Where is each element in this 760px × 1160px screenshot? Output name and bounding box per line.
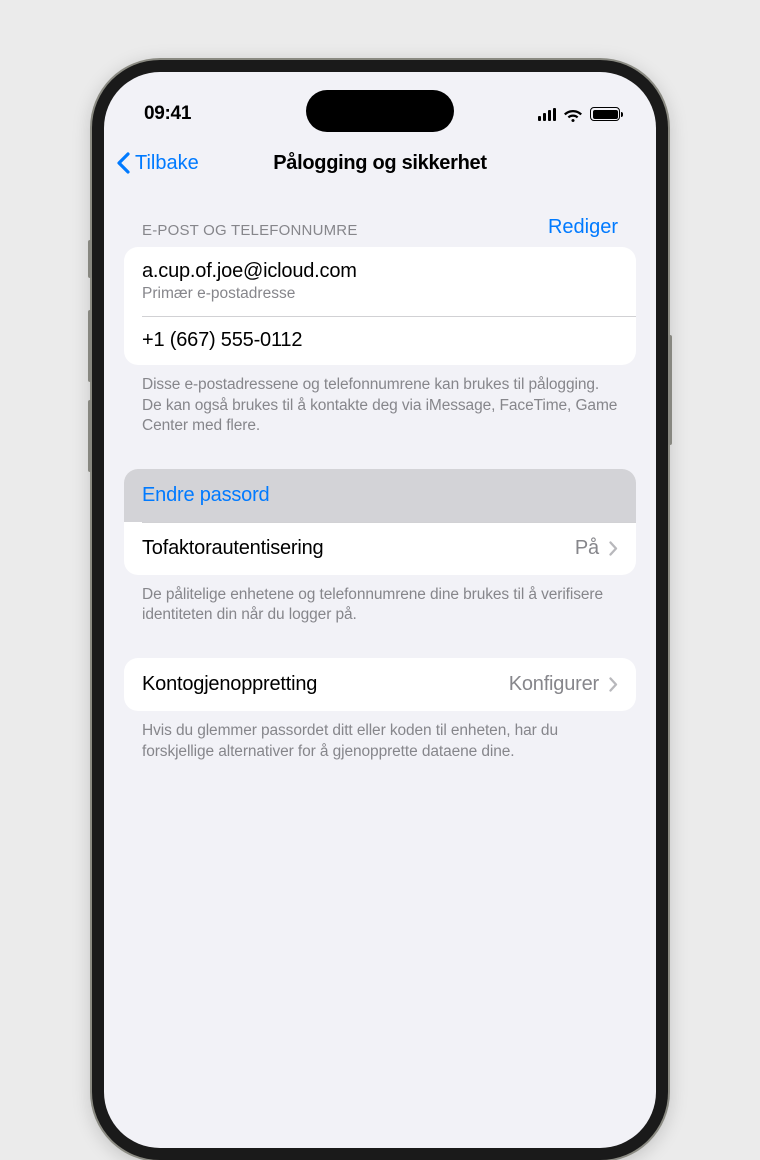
- email-caption: Primær e-postadresse: [142, 285, 618, 303]
- phone-frame: 09:41 Tilbake Pålogging og sikk: [92, 60, 668, 1160]
- content: E-POST OG TELEFONNUMRE Rediger a.cup.of.…: [104, 188, 656, 762]
- contacts-card: a.cup.of.joe@icloud.com Primær e-postadr…: [124, 247, 636, 365]
- phone-value: +1 (667) 555-0112: [142, 329, 618, 352]
- contacts-header: E-POST OG TELEFONNUMRE: [142, 222, 358, 239]
- two-factor-value: På: [575, 537, 599, 560]
- two-factor-trailing: På: [575, 537, 618, 560]
- recovery-value: Konfigurer: [509, 673, 599, 696]
- phone-row[interactable]: +1 (667) 555-0112: [124, 316, 636, 365]
- cellular-icon: [538, 108, 557, 121]
- change-password-label: Endre passord: [142, 484, 269, 507]
- recovery-card: Kontogjenoppretting Konfigurer: [124, 658, 636, 711]
- status-icons: [538, 107, 621, 122]
- security-card: Endre passord Tofaktorautentisering På: [124, 469, 636, 575]
- email-row[interactable]: a.cup.of.joe@icloud.com Primær e-postadr…: [124, 247, 636, 316]
- edit-button[interactable]: Rediger: [548, 216, 618, 239]
- contacts-footer: Disse e-postadressene og telefonnumrene …: [124, 365, 636, 437]
- phone-power-button: [668, 335, 672, 445]
- recovery-label: Kontogjenoppretting: [142, 673, 317, 696]
- phone-volume-down: [88, 400, 92, 472]
- phone-silence-switch: [88, 240, 92, 278]
- chevron-right-icon: [609, 677, 618, 692]
- contacts-header-row: E-POST OG TELEFONNUMRE Rediger: [124, 198, 636, 247]
- phone-volume-up: [88, 310, 92, 382]
- change-password-row[interactable]: Endre passord: [124, 469, 636, 522]
- email-value: a.cup.of.joe@icloud.com: [142, 260, 618, 283]
- chevron-left-icon: [116, 152, 131, 174]
- back-label: Tilbake: [135, 152, 199, 175]
- wifi-icon: [563, 107, 583, 122]
- two-factor-label: Tofaktorautentisering: [142, 537, 323, 560]
- status-time: 09:41: [144, 103, 191, 125]
- recovery-trailing: Konfigurer: [509, 673, 618, 696]
- nav-bar: Tilbake Pålogging og sikkerhet: [104, 138, 656, 188]
- back-button[interactable]: Tilbake: [116, 152, 199, 175]
- battery-icon: [590, 107, 620, 121]
- dynamic-island: [306, 90, 454, 132]
- two-factor-row[interactable]: Tofaktorautentisering På: [124, 522, 636, 575]
- security-footer: De pålitelige enhetene og telefonnumrene…: [124, 575, 636, 626]
- chevron-right-icon: [609, 541, 618, 556]
- phone-screen: 09:41 Tilbake Pålogging og sikk: [104, 72, 656, 1148]
- recovery-footer: Hvis du glemmer passordet ditt eller kod…: [124, 711, 636, 762]
- account-recovery-row[interactable]: Kontogjenoppretting Konfigurer: [124, 658, 636, 711]
